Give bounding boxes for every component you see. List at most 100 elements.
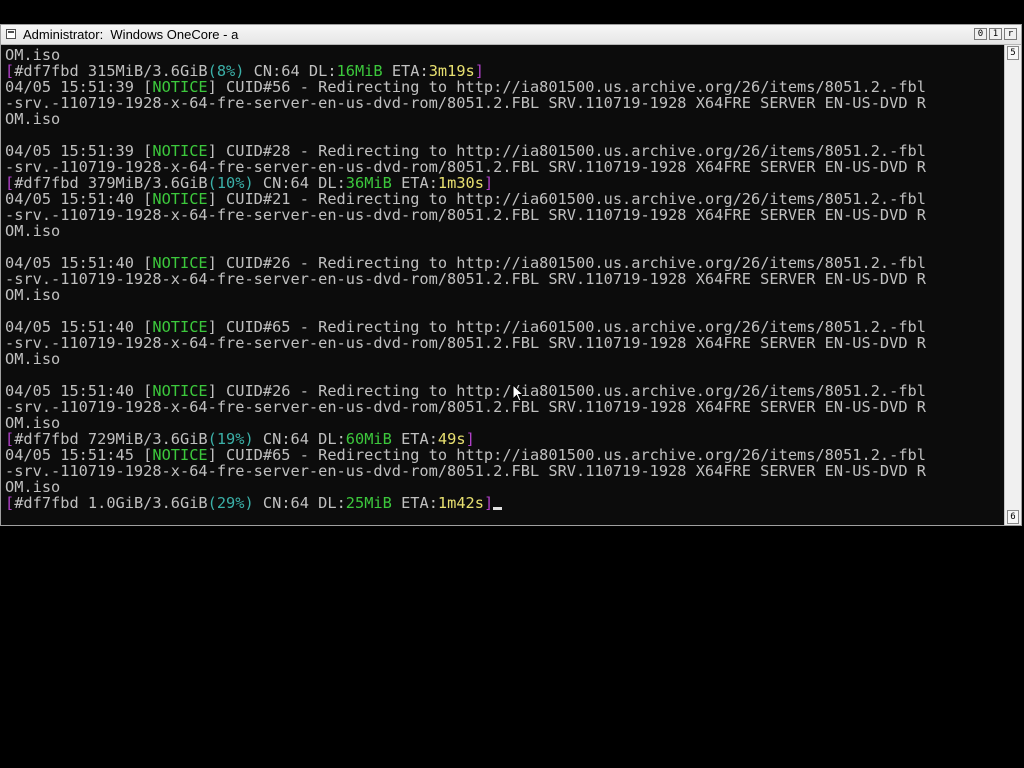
scroll-down-arrow-icon[interactable]: 6	[1007, 510, 1019, 524]
console-text-segment: 3m19s	[428, 63, 475, 79]
console-text-segment: (8%)	[207, 63, 245, 79]
console-text-segment: 04/05 15:51:40 [	[5, 319, 153, 335]
desktop-background: Administrator: Windows OneCore - a 0 1 r…	[0, 0, 1024, 768]
console-text-segment: [	[5, 495, 15, 511]
console-line: -srv.-110719-1928-x-64-fre-server-en-us-…	[5, 159, 1004, 175]
console-text-segment: (19%)	[207, 431, 254, 447]
console-text-segment: #df7fbd 1.0GiB/3.6GiB	[14, 495, 208, 511]
console-text-segment: -srv.-110719-1928-x-64-fre-server-en-us-…	[5, 207, 926, 223]
console-line: -srv.-110719-1928-x-64-fre-server-en-us-…	[5, 95, 1004, 111]
console-app-icon[interactable]	[6, 29, 16, 39]
console-line: [#df7fbd 315MiB/3.6GiB(8%) CN:64 DL:16Mi…	[5, 63, 1004, 79]
console-line: OM.iso	[5, 415, 1004, 431]
console-text-segment: ] CUID#26 - Redirecting to http://ia8015…	[207, 255, 926, 271]
console-text-segment: 04/05 15:51:39 [	[5, 79, 153, 95]
console-line: 04/05 15:51:39 [NOTICE] CUID#56 - Redire…	[5, 79, 1004, 95]
console-text-segment: -srv.-110719-1928-x-64-fre-server-en-us-…	[5, 335, 926, 351]
console-text-segment: CN:64 DL:	[253, 495, 346, 511]
console-line: OM.iso	[5, 47, 1004, 63]
console-text-segment: 04/05 15:51:39 [	[5, 143, 153, 159]
console-line: [#df7fbd 379MiB/3.6GiB(10%) CN:64 DL:36M…	[5, 175, 1004, 191]
console-text-segment: [	[5, 431, 15, 447]
scroll-up-arrow-icon[interactable]: 5	[1007, 46, 1019, 60]
console-text-segment: ] CUID#26 - Redirecting to http://ia8015…	[207, 383, 926, 399]
console-output[interactable]: OM.iso [#df7fbd 315MiB/3.6GiB(8%) CN:64 D…	[1, 45, 1004, 525]
console-line: -srv.-110719-1928-x-64-fre-server-en-us-…	[5, 399, 1004, 415]
console-text-segment: ]	[483, 175, 494, 191]
console-text-segment: #df7fbd 379MiB/3.6GiB	[14, 175, 208, 191]
maximize-button[interactable]: 1	[989, 28, 1002, 40]
console-text-segment: -srv.-110719-1928-x-64-fre-server-en-us-…	[5, 95, 926, 111]
console-line: 04/05 15:51:40 [NOTICE] CUID#26 - Redire…	[5, 255, 1004, 271]
console-text-segment: ETA:	[391, 175, 438, 191]
console-line: -srv.-110719-1928-x-64-fre-server-en-us-…	[5, 335, 1004, 351]
console-text-segment: -srv.-110719-1928-x-64-fre-server-en-us-…	[5, 463, 926, 479]
title-bar[interactable]: Administrator: Windows OneCore - a 0 1 r	[1, 25, 1021, 45]
console-text-segment: OM.iso	[5, 287, 61, 303]
console-text-segment: [	[5, 63, 15, 79]
console-line: -srv.-110719-1928-x-64-fre-server-en-us-…	[5, 207, 1004, 223]
console-text-segment: #df7fbd 315MiB/3.6GiB	[14, 63, 208, 79]
console-text-segment: -srv.-110719-1928-x-64-fre-server-en-us-…	[5, 399, 926, 415]
console-line: 04/05 15:51:39 [NOTICE] CUID#28 - Redire…	[5, 143, 1004, 159]
console-text-segment: 1m30s	[437, 175, 484, 191]
console-text-segment: NOTICE	[152, 79, 208, 95]
console-line: OM.iso	[5, 287, 1004, 303]
console-text-segment: 04/05 15:51:40 [	[5, 191, 153, 207]
console-text-segment: CN:64 DL:	[253, 431, 346, 447]
console-text-segment: OM.iso	[5, 111, 61, 127]
console-text-segment: ] CUID#56 - Redirecting to http://ia8015…	[207, 79, 926, 95]
console-text-segment: 04/05 15:51:45 [	[5, 447, 153, 463]
console-text-segment: ] CUID#65 - Redirecting to http://ia8015…	[207, 447, 926, 463]
console-text-segment: NOTICE	[152, 143, 208, 159]
console-text-segment: (29%)	[207, 495, 254, 511]
caption-buttons: 0 1 r	[974, 28, 1017, 40]
console-text-segment: [	[5, 175, 15, 191]
minimize-button[interactable]: 0	[974, 28, 987, 40]
console-line: OM.iso	[5, 223, 1004, 239]
text-cursor	[493, 507, 503, 510]
console-text-segment: ETA:	[382, 63, 429, 79]
console-text-segment: NOTICE	[152, 255, 208, 271]
console-text-segment: ]	[474, 63, 484, 79]
console-line: 04/05 15:51:40 [NOTICE] CUID#21 - Redire…	[5, 191, 1004, 207]
console-text-segment: CN:64 DL:	[244, 63, 337, 79]
console-text-segment: OM.iso	[5, 223, 61, 239]
console-line: OM.iso	[5, 351, 1004, 367]
console-text-segment: ]	[465, 431, 475, 447]
console-text-segment: (10%)	[207, 175, 254, 191]
console-line: OM.iso	[5, 479, 1004, 495]
console-text-segment: -srv.-110719-1928-x-64-fre-server-en-us-…	[5, 271, 926, 287]
console-text-segment: #df7fbd 729MiB/3.6GiB	[14, 431, 208, 447]
console-text-segment: 04/05 15:51:40 [	[5, 383, 153, 399]
console-text-segment: ] CUID#65 - Redirecting to http://ia6015…	[207, 319, 926, 335]
console-line: -srv.-110719-1928-x-64-fre-server-en-us-…	[5, 463, 1004, 479]
console-text-segment: OM.iso	[5, 479, 61, 495]
console-text-segment: 16MiB	[336, 63, 383, 79]
console-line: 04/05 15:51:40 [NOTICE] CUID#26 - Redire…	[5, 383, 1004, 399]
console-text-segment: NOTICE	[152, 447, 208, 463]
console-text-segment: CN:64 DL:	[253, 175, 346, 191]
window-title: Administrator: Windows OneCore - a	[23, 27, 239, 42]
console-text-segment: ETA:	[391, 495, 438, 511]
console-text-segment: 25MiB	[345, 495, 392, 511]
console-text-segment: ] CUID#28 - Redirecting to http://ia8015…	[207, 143, 926, 159]
console-text-segment: ]	[483, 495, 494, 511]
console-text-segment: NOTICE	[152, 319, 208, 335]
console-text-segment: OM.iso	[5, 351, 61, 367]
console-text-segment: -srv.-110719-1928-x-64-fre-server-en-us-…	[5, 159, 926, 175]
console-text-segment: NOTICE	[152, 191, 208, 207]
close-button[interactable]: r	[1004, 28, 1017, 40]
console-text-segment: 1m42s	[437, 495, 484, 511]
console-text-segment: 49s	[437, 431, 466, 447]
console-line: [#df7fbd 729MiB/3.6GiB(19%) CN:64 DL:60M…	[5, 431, 1004, 447]
console-window[interactable]: Administrator: Windows OneCore - a 0 1 r…	[0, 24, 1022, 526]
console-text-segment: NOTICE	[152, 383, 208, 399]
console-line: 04/05 15:51:40 [NOTICE] CUID#65 - Redire…	[5, 319, 1004, 335]
vertical-scrollbar[interactable]: 5 6	[1004, 45, 1021, 525]
mouse-pointer-icon	[512, 384, 525, 402]
console-line: OM.iso	[5, 111, 1004, 127]
